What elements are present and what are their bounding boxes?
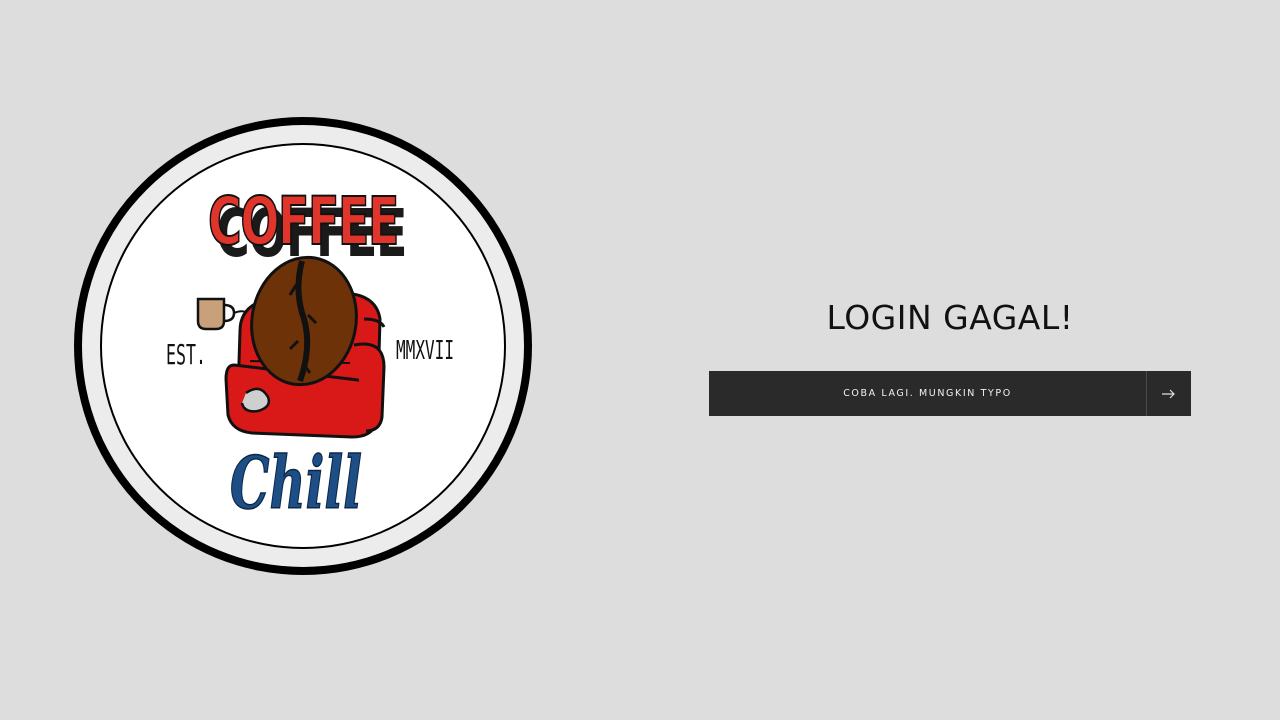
page-title: LOGIN GAGAL! — [826, 298, 1074, 337]
coffee-chill-logo: COFFEE COFFEE EST. MMXVII Chill — [72, 115, 534, 577]
logo-bottom-text: Chill — [230, 440, 362, 525]
logo-left-text: EST. — [166, 338, 206, 371]
retry-button-label: COBA LAGI. MUNGKIN TYPO — [843, 388, 1012, 399]
arrow-right-icon[interactable] — [1146, 371, 1191, 416]
logo-badge: COFFEE COFFEE EST. MMXVII Chill — [74, 117, 532, 575]
retry-login-button[interactable]: COBA LAGI. MUNGKIN TYPO — [709, 371, 1191, 416]
logo-right-text: MMXVII — [396, 336, 454, 366]
logo-top-text: COFFEE — [208, 183, 398, 260]
login-failed-page: COFFEE COFFEE EST. MMXVII Chill LOGIN GA… — [0, 0, 1280, 720]
login-result-panel: LOGIN GAGAL! COBA LAGI. MUNGKIN TYPO — [709, 290, 1191, 416]
